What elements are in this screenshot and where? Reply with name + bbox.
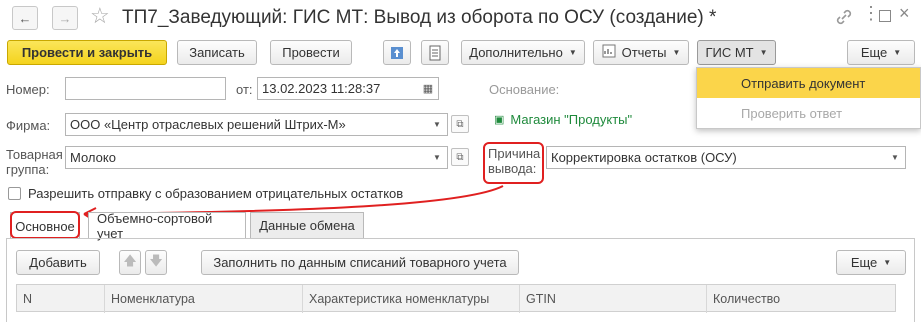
add-button[interactable]: Добавить — [16, 250, 100, 275]
column-header-nomenclature[interactable]: Номенклатура — [105, 285, 303, 313]
arrow-up-icon: 🡅 — [123, 252, 137, 268]
column-header-n[interactable]: N — [17, 285, 105, 313]
gis-mt-dropdown-menu: Отправить документ Проверить ответ — [696, 67, 921, 129]
tab-exchange-data[interactable]: Данные обмена — [250, 212, 364, 238]
column-header-characteristic[interactable]: Характеристика номенклатуры — [303, 285, 520, 313]
menu-item-send-document[interactable]: Отправить документ — [697, 68, 920, 98]
table-etc-button[interactable]: Еще ▼ — [836, 250, 906, 275]
table-header: N Номенклатура Характеристика номенклату… — [16, 284, 896, 313]
column-header-quantity[interactable]: Количество — [707, 285, 895, 313]
tab-main-highlight — [10, 211, 80, 239]
fill-from-writeoffs-button[interactable]: Заполнить по данным списаний товарного у… — [201, 250, 519, 275]
move-up-button[interactable]: 🡅 — [119, 250, 141, 275]
tab-volume-sort[interactable]: Объемно-сортовой учет — [88, 211, 246, 241]
chevron-down-icon: ▼ — [883, 258, 892, 267]
move-down-button[interactable]: 🡇 — [145, 250, 167, 275]
column-header-gtin[interactable]: GTIN — [520, 285, 707, 313]
arrow-down-icon: 🡇 — [149, 252, 163, 268]
menu-item-check-response[interactable]: Проверить ответ — [697, 98, 920, 128]
